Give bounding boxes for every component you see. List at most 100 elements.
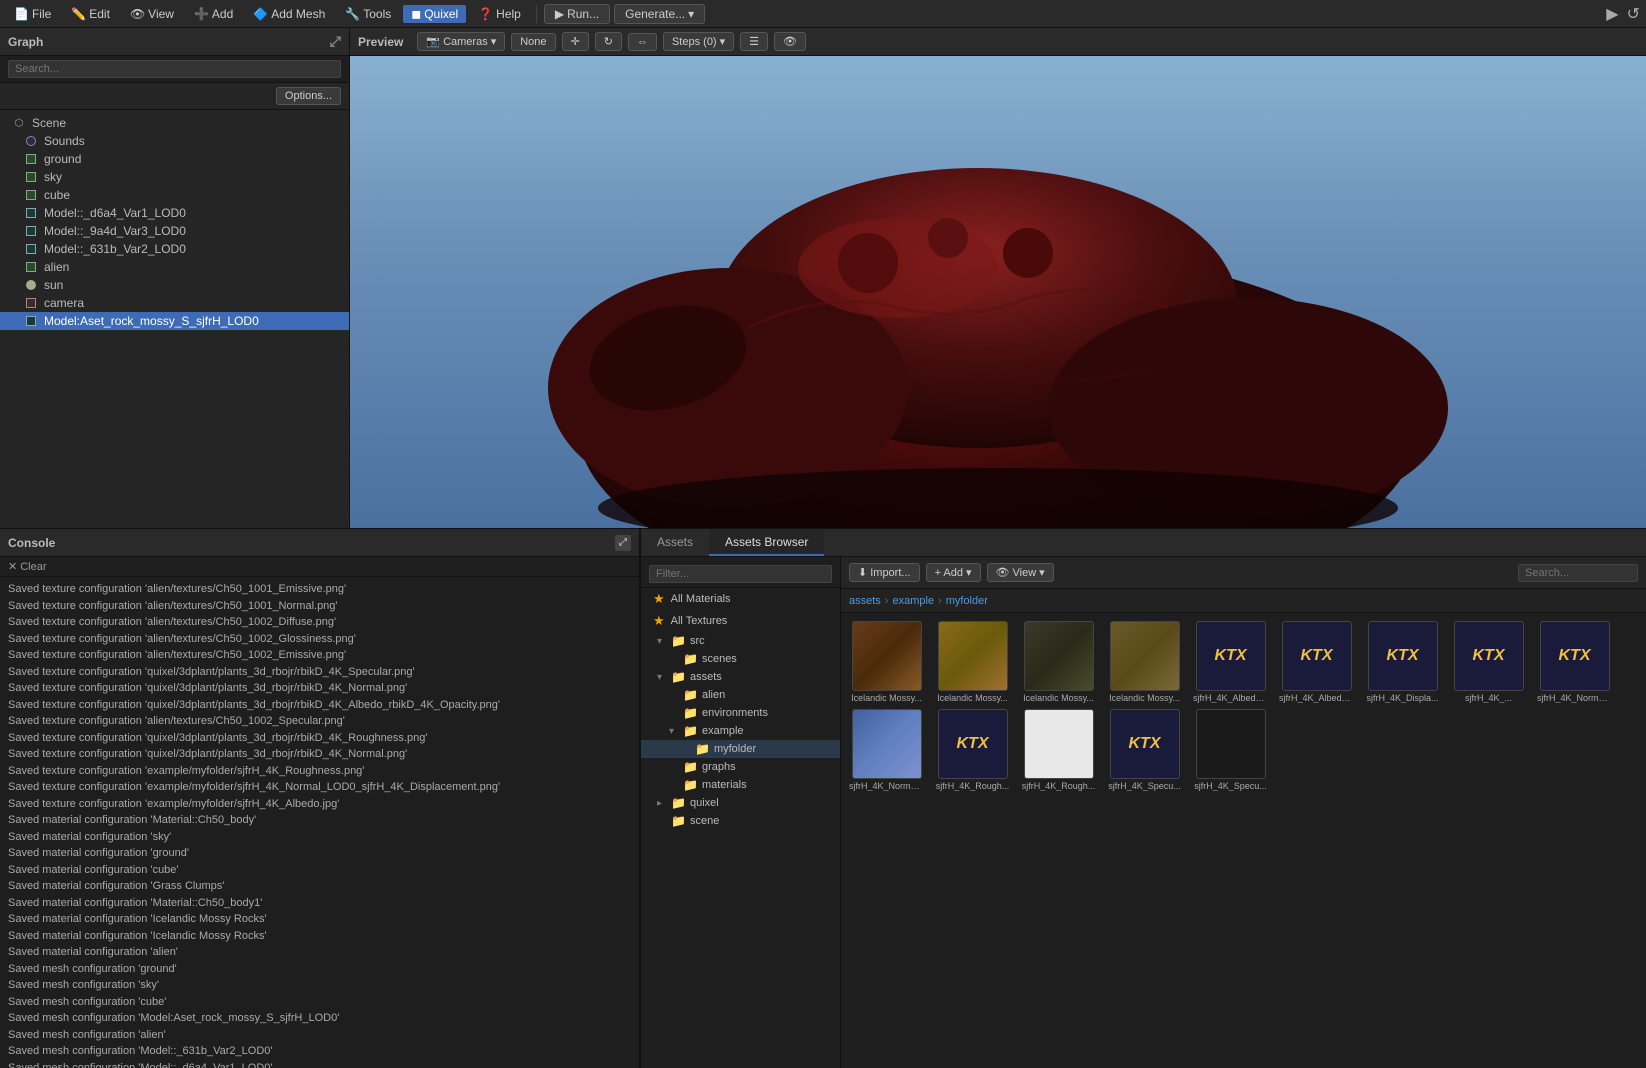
tree-item-ground[interactable]: ground <box>0 150 349 168</box>
asset-thumbnail[interactable]: KTX sjfrH_4K_Displa... <box>1365 621 1440 703</box>
thumbnail-image: KTX <box>1282 621 1352 691</box>
folder-materials[interactable]: 📁 materials <box>641 776 840 794</box>
all-materials-item[interactable]: ★ All Materials <box>641 588 840 610</box>
asset-thumbnail[interactable]: KTX sjfrH_4K_Albedo... <box>1193 621 1268 703</box>
file-icon: 📄 <box>14 7 29 21</box>
tree-item-cube[interactable]: cube <box>0 186 349 204</box>
folder-alien[interactable]: 📁 alien <box>641 686 840 704</box>
console-log-line: Saved texture configuration 'example/myf… <box>8 763 631 780</box>
console-log-line: Saved texture configuration 'example/myf… <box>8 796 631 813</box>
generate-button[interactable]: Generate... ▾ <box>614 4 705 24</box>
cube-icon-cube <box>24 188 38 202</box>
cameras-button[interactable]: 📷 Cameras ▾ <box>417 32 505 51</box>
menu-help[interactable]: ❓ Help <box>470 5 529 23</box>
refresh-button[interactable]: ↺ <box>1627 4 1640 24</box>
asset-thumbnail[interactable]: KTX sjfrH_4K_Albedo... <box>1279 621 1354 703</box>
tree-item-model-9a4d[interactable]: Model::_9a4d_Var3_LOD0 <box>0 222 349 240</box>
folder-scenes[interactable]: 📁 scenes <box>641 650 840 668</box>
run-button[interactable]: ▶ Run... <box>544 4 610 24</box>
folder-quixel[interactable]: ▸ 📁 quixel <box>641 794 840 812</box>
asset-thumbnail[interactable]: sjfrH_4K_Rough... <box>1021 709 1096 791</box>
camera-small-icon: 📷 <box>426 35 440 48</box>
folder-example[interactable]: ▾ 📁 example <box>641 722 840 740</box>
breadcrumb-assets[interactable]: assets <box>849 595 881 607</box>
folder-myfolder[interactable]: 📁 myfolder <box>641 740 840 758</box>
thumbnail-image <box>1110 621 1180 691</box>
tree-item-alien[interactable]: alien <box>0 258 349 276</box>
none-button[interactable]: None <box>511 33 555 51</box>
menu-add-mesh[interactable]: 🔷 Add Mesh <box>245 5 333 23</box>
assets-filter-input[interactable] <box>649 565 832 583</box>
tree-item-model-631b[interactable]: Model::_631b_Var2_LOD0 <box>0 240 349 258</box>
graph-search-input[interactable] <box>8 60 341 78</box>
preview-viewport[interactable] <box>350 56 1646 528</box>
scale-icon-btn[interactable]: ⇔ <box>628 33 657 51</box>
assets-search-input[interactable] <box>1518 564 1638 582</box>
tree-item-sun[interactable]: sun <box>0 276 349 294</box>
add-asset-button[interactable]: + Add ▾ <box>926 563 981 582</box>
thumbnail-image <box>852 621 922 691</box>
folder-graphs[interactable]: 📁 graphs <box>641 758 840 776</box>
options-button[interactable]: Options... <box>276 87 341 105</box>
folder-src[interactable]: ▾ 📁 src <box>641 632 840 650</box>
move-icon-btn[interactable]: ✛ <box>562 32 589 51</box>
console-log-line: Saved mesh configuration 'alien' <box>8 1027 631 1044</box>
tree-item-camera[interactable]: camera <box>0 294 349 312</box>
console-log-line: Saved material configuration 'Material::… <box>8 812 631 829</box>
console-expand-icon[interactable]: ⤢ <box>615 535 631 551</box>
add-mesh-icon: 🔷 <box>253 7 268 21</box>
folder-assets[interactable]: ▾ 📁 assets <box>641 668 840 686</box>
thumbnail-image <box>1196 709 1266 779</box>
thumbnail-label: sjfrH_4K_Normal... <box>1537 693 1612 703</box>
steps-button[interactable]: Steps (0) ▾ <box>663 32 734 51</box>
asset-thumbnail[interactable]: KTX sjfrH_4K_... <box>1451 621 1526 703</box>
asset-thumbnail[interactable]: KTX sjfrH_4K_Specu... <box>1107 709 1182 791</box>
breadcrumb-sep-1: › <box>885 595 889 607</box>
import-button[interactable]: ⬇ Import... <box>849 563 920 582</box>
menu-lines-btn[interactable]: ☰ <box>740 32 768 51</box>
breadcrumb-myfolder[interactable]: myfolder <box>946 595 988 607</box>
clear-button[interactable]: ✕ Clear <box>8 560 47 573</box>
menu-view[interactable]: 👁 View <box>122 5 182 23</box>
lower-section: Console ⤢ ✕ Clear Saved texture configur… <box>0 528 1646 1068</box>
menu-tools[interactable]: 🔧 Tools <box>337 5 399 23</box>
eye-btn[interactable]: 👁 <box>774 32 806 51</box>
tree-item-sounds[interactable]: Sounds <box>0 132 349 150</box>
asset-thumbnail[interactable]: Icelandic Mossy... <box>1107 621 1182 703</box>
import-icon: ⬇ <box>858 566 867 579</box>
asset-thumbnail[interactable]: Icelandic Mossy... <box>935 621 1010 703</box>
tab-assets-browser[interactable]: Assets Browser <box>709 529 824 556</box>
folder-environments[interactable]: 📁 environments <box>641 704 840 722</box>
tree-item-scene[interactable]: ⬡ Scene <box>0 114 349 132</box>
console-log-line: Saved texture configuration 'quixel/3dpl… <box>8 664 631 681</box>
menu-quixel[interactable]: ◼ Quixel <box>403 5 466 23</box>
play-button[interactable]: ▶ <box>1606 4 1618 24</box>
tree-item-model-aset[interactable]: Model:Aset_rock_mossy_S_sjfrH_LOD0 <box>0 312 349 330</box>
breadcrumb-example[interactable]: example <box>892 595 934 607</box>
thumbnail-label: sjfrH_4K_... <box>1451 693 1526 703</box>
tree-item-model-d6a4[interactable]: Model::_d6a4_Var1_LOD0 <box>0 204 349 222</box>
console-log-line: Saved texture configuration 'alien/textu… <box>8 647 631 664</box>
thumbnail-image <box>852 709 922 779</box>
expand-icon[interactable]: ⤢ <box>330 33 341 50</box>
asset-thumbnail[interactable]: KTX sjfrH_4K_Normal... <box>1537 621 1612 703</box>
rotate-icon-btn[interactable]: ↻ <box>595 32 622 51</box>
breadcrumb-sep-2: › <box>938 595 942 607</box>
menu-file[interactable]: 📄 File <box>6 5 59 23</box>
scene-tree: ⬡ Scene Sounds ground sky <box>0 110 349 528</box>
asset-thumbnail[interactable]: KTX sjfrH_4K_Rough... <box>935 709 1010 791</box>
tab-assets[interactable]: Assets <box>641 529 709 556</box>
tree-item-sky[interactable]: sky <box>0 168 349 186</box>
menu-edit[interactable]: ✏️ Edit <box>63 5 118 23</box>
all-textures-item[interactable]: ★ All Textures <box>641 610 840 632</box>
asset-thumbnail[interactable]: sjfrH_4K_Normal... <box>849 709 924 791</box>
menu-add[interactable]: ➕ Add <box>186 5 241 23</box>
asset-thumbnail[interactable]: Icelandic Mossy... <box>849 621 924 703</box>
view-assets-button[interactable]: 👁 View ▾ <box>987 563 1054 582</box>
assets-toolbar: ⬇ Import... + Add ▾ 👁 View ▾ <box>841 557 1646 589</box>
asset-thumbnail[interactable]: Icelandic Mossy... <box>1021 621 1096 703</box>
asset-thumbnail[interactable]: sjfrH_4K_Specu... <box>1193 709 1268 791</box>
thumbnail-image <box>1024 709 1094 779</box>
folder-scene[interactable]: 📁 scene <box>641 812 840 830</box>
assets-main: ⬇ Import... + Add ▾ 👁 View ▾ <box>841 557 1646 1068</box>
